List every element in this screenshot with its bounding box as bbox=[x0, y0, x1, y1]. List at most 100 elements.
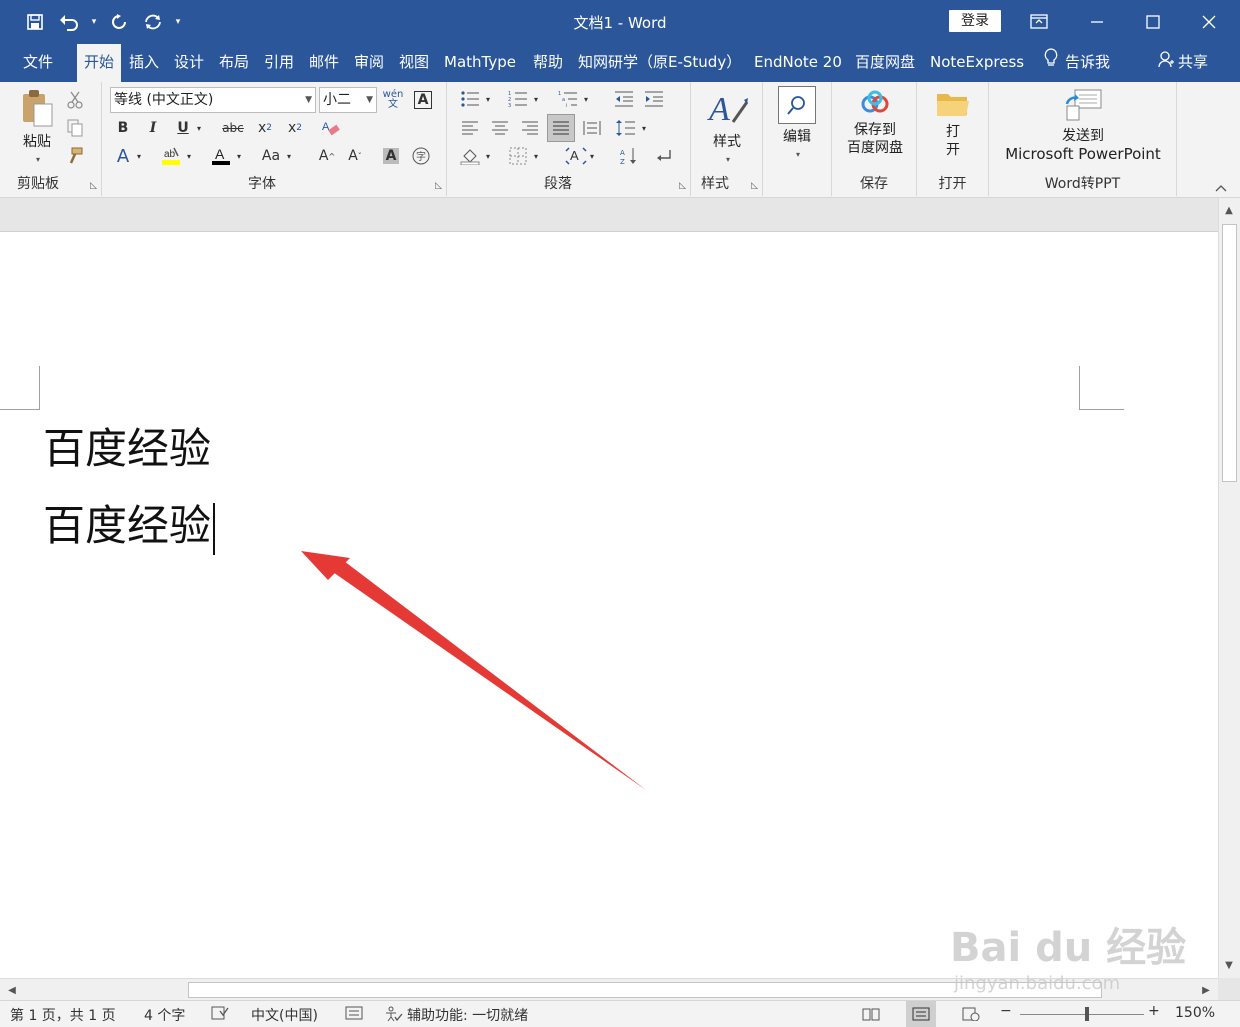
change-case-dropdown-icon[interactable]: ▾ bbox=[282, 144, 296, 168]
scroll-left-icon[interactable]: ◀ bbox=[3, 981, 21, 999]
macro-recording-icon[interactable] bbox=[345, 1005, 363, 1025]
decrease-indent-icon[interactable] bbox=[611, 87, 637, 111]
ribbon-display-options-icon[interactable] bbox=[1010, 0, 1068, 44]
read-mode-icon[interactable] bbox=[858, 1001, 884, 1027]
editing-button[interactable]: 编辑 ▾ bbox=[773, 86, 821, 164]
distributed-icon[interactable] bbox=[579, 116, 605, 140]
shading-icon[interactable] bbox=[457, 144, 483, 168]
line-spacing-dropdown-icon[interactable]: ▾ bbox=[637, 116, 651, 140]
font-name-combo[interactable]: 等线 (中文正文) ▼ bbox=[110, 87, 316, 113]
format-painter-icon[interactable] bbox=[62, 144, 88, 168]
clipboard-launcher-icon[interactable]: ◺ bbox=[90, 181, 97, 191]
document-paragraph[interactable]: 百度经验 bbox=[43, 498, 216, 555]
language-indicator[interactable]: 中文(中国) bbox=[251, 1005, 318, 1025]
page-count[interactable]: 第 1 页，共 1 页 bbox=[10, 1005, 116, 1025]
vertical-scroll-thumb[interactable] bbox=[1222, 224, 1237, 482]
tab-review[interactable]: 审阅 bbox=[347, 44, 391, 82]
zoom-in-icon[interactable]: + bbox=[1148, 1003, 1160, 1019]
open-button[interactable]: 打 开 bbox=[927, 90, 979, 159]
grow-font-icon[interactable]: A ^ bbox=[314, 144, 340, 168]
scroll-down-icon[interactable]: ▼ bbox=[1220, 956, 1238, 974]
zoom-level[interactable]: 150% bbox=[1175, 1005, 1215, 1021]
justify-icon[interactable] bbox=[547, 114, 575, 142]
tell-me-search[interactable]: 告诉我 bbox=[1036, 44, 1117, 82]
character-border-icon[interactable]: A bbox=[410, 88, 436, 112]
tab-baidu-netdisk[interactable]: 百度网盘 bbox=[848, 44, 922, 82]
tab-design[interactable]: 设计 bbox=[167, 44, 211, 82]
tab-noteexpress[interactable]: NoteExpress bbox=[923, 44, 1031, 82]
editing-dropdown-icon[interactable]: ▾ bbox=[775, 146, 821, 164]
collapse-ribbon-icon[interactable] bbox=[1215, 181, 1227, 195]
maximize-icon[interactable] bbox=[1124, 0, 1182, 44]
tab-help[interactable]: 帮助 bbox=[526, 44, 570, 82]
tab-mailings[interactable]: 邮件 bbox=[302, 44, 346, 82]
scroll-up-icon[interactable]: ▲ bbox=[1220, 201, 1238, 219]
text-effects-dropdown-icon[interactable]: ▾ bbox=[132, 144, 146, 168]
tab-layout[interactable]: 布局 bbox=[212, 44, 256, 82]
accessibility-checker[interactable]: 辅助功能: 一切就绪 bbox=[385, 1005, 528, 1026]
numbering-icon[interactable]: 123 bbox=[505, 87, 531, 111]
tab-insert[interactable]: 插入 bbox=[122, 44, 166, 82]
borders-icon[interactable] bbox=[505, 144, 531, 168]
multilevel-list-dropdown-icon[interactable]: ▾ bbox=[579, 87, 593, 111]
clear-formatting-icon[interactable]: A bbox=[318, 116, 344, 140]
print-layout-icon[interactable] bbox=[906, 1001, 936, 1027]
zoom-out-icon[interactable]: − bbox=[1000, 1003, 1012, 1019]
login-button[interactable]: 登录 bbox=[949, 10, 1001, 32]
bold-icon[interactable]: B bbox=[110, 116, 136, 140]
highlight-dropdown-icon[interactable]: ▾ bbox=[182, 144, 196, 168]
zoom-slider-thumb[interactable] bbox=[1085, 1007, 1089, 1021]
increase-indent-icon[interactable] bbox=[641, 87, 667, 111]
align-left-icon[interactable] bbox=[457, 116, 483, 140]
show-paragraph-marks-icon[interactable] bbox=[651, 144, 677, 168]
chinese-layout-dropdown-icon[interactable]: ▾ bbox=[585, 144, 599, 168]
paragraph-launcher-icon[interactable]: ◺ bbox=[679, 181, 686, 191]
redo-icon[interactable] bbox=[104, 8, 134, 36]
copy-icon[interactable] bbox=[62, 116, 88, 140]
numbering-dropdown-icon[interactable]: ▾ bbox=[529, 87, 543, 111]
paste-button[interactable]: 粘贴 ▾ bbox=[12, 88, 62, 169]
font-size-combo[interactable]: 小二 ▼ bbox=[319, 87, 377, 113]
save-icon[interactable] bbox=[20, 8, 50, 36]
bullets-dropdown-icon[interactable]: ▾ bbox=[481, 87, 495, 111]
shrink-font-icon[interactable]: Aˇ bbox=[342, 144, 368, 168]
horizontal-scroll-thumb[interactable] bbox=[188, 982, 1102, 998]
phonetic-guide-icon[interactable]: wén 文 bbox=[380, 88, 406, 112]
styles-button[interactable]: A 样式 ▾ bbox=[697, 88, 757, 169]
align-center-icon[interactable] bbox=[487, 116, 513, 140]
word-count[interactable]: 4 个字 bbox=[144, 1005, 185, 1025]
multilevel-list-icon[interactable]: 1ai bbox=[555, 87, 581, 111]
web-layout-icon[interactable] bbox=[958, 1001, 984, 1027]
underline-dropdown-icon[interactable]: ▾ bbox=[192, 116, 206, 140]
vertical-scrollbar[interactable]: ▲ ▼ bbox=[1218, 198, 1240, 978]
styles-dropdown-icon[interactable]: ▾ bbox=[699, 151, 757, 169]
font-name-dropdown-icon[interactable]: ▼ bbox=[305, 88, 312, 112]
repeat-icon[interactable] bbox=[138, 8, 168, 36]
change-case-icon[interactable]: Aa bbox=[258, 144, 284, 168]
proofing-icon[interactable] bbox=[211, 1005, 229, 1025]
zoom-slider[interactable] bbox=[1020, 1014, 1144, 1015]
document-page[interactable]: 百度经验 百度经验 bbox=[0, 232, 1218, 978]
sort-icon[interactable]: AZ bbox=[617, 144, 643, 168]
borders-dropdown-icon[interactable]: ▾ bbox=[529, 144, 543, 168]
tab-view[interactable]: 视图 bbox=[392, 44, 436, 82]
minimize-icon[interactable] bbox=[1068, 0, 1126, 44]
tab-mathtype[interactable]: MathType bbox=[437, 44, 523, 82]
align-right-icon[interactable] bbox=[517, 116, 543, 140]
undo-icon[interactable] bbox=[54, 8, 84, 36]
scroll-right-icon[interactable]: ▶ bbox=[1197, 981, 1215, 999]
font-color-dropdown-icon[interactable]: ▾ bbox=[232, 144, 246, 168]
tab-file[interactable]: 文件 bbox=[16, 44, 60, 82]
bullets-icon[interactable] bbox=[457, 87, 483, 111]
styles-launcher-icon[interactable]: ◺ bbox=[751, 181, 758, 191]
paste-dropdown-icon[interactable]: ▾ bbox=[14, 151, 62, 169]
document-paragraph[interactable]: 百度经验 bbox=[43, 421, 211, 477]
strikethrough-icon[interactable]: abc bbox=[220, 116, 246, 140]
font-size-dropdown-icon[interactable]: ▼ bbox=[366, 88, 373, 112]
undo-dropdown-icon[interactable]: ▾ bbox=[88, 8, 100, 36]
enclose-characters-icon[interactable]: 字 bbox=[408, 144, 434, 168]
character-shading-icon[interactable]: A bbox=[378, 144, 404, 168]
italic-icon[interactable]: I bbox=[140, 116, 166, 140]
shading-dropdown-icon[interactable]: ▾ bbox=[481, 144, 495, 168]
close-icon[interactable] bbox=[1180, 0, 1238, 44]
